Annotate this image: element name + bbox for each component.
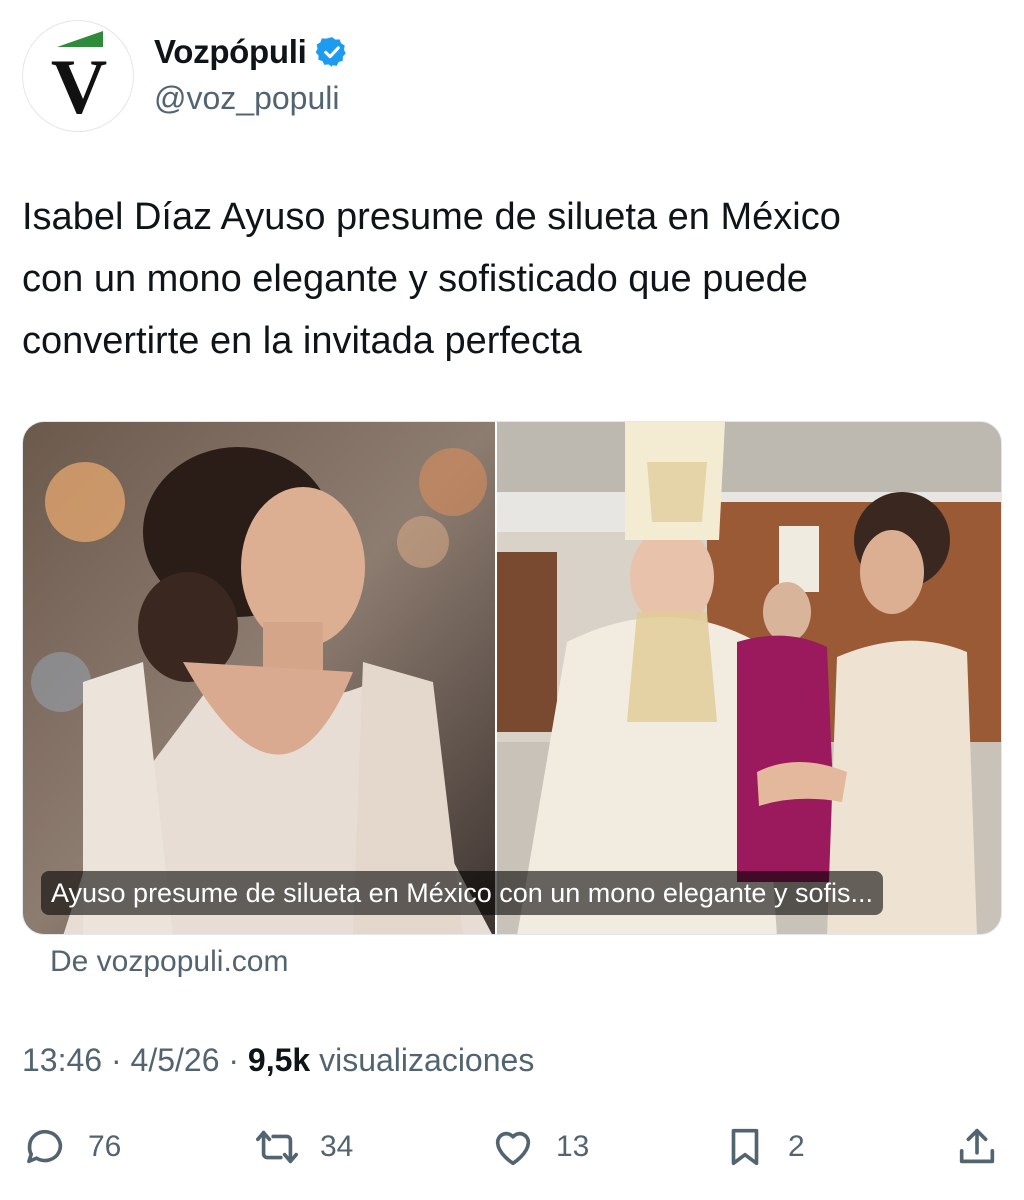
- repost-button[interactable]: 34: [254, 1115, 353, 1179]
- tweet-time[interactable]: 13:46: [22, 1042, 102, 1078]
- name-row: Vozpópuli: [154, 30, 349, 74]
- card-caption: Ayuso presume de silueta en México con u…: [41, 871, 883, 915]
- bookmark-button[interactable]: 2: [722, 1115, 805, 1179]
- like-count: 13: [556, 1130, 590, 1163]
- repost-count: 34: [320, 1130, 354, 1163]
- meta-separator: ·: [228, 1042, 248, 1078]
- reply-button[interactable]: 76: [22, 1115, 121, 1179]
- tweet-date[interactable]: 4/5/26: [131, 1042, 220, 1078]
- bookmark-icon: [731, 1128, 759, 1166]
- tweet-text: Isabel Díaz Ayuso presume de silueta en …: [22, 186, 1002, 372]
- article-photo-portrait: [23, 422, 495, 934]
- reply-icon: [27, 1129, 63, 1164]
- article-photo-meeting: [497, 422, 1001, 934]
- display-name[interactable]: Vozpópuli: [154, 33, 307, 71]
- vozpopuli-logo: V: [51, 31, 107, 130]
- avatar[interactable]: V: [22, 20, 134, 132]
- meta-separator: ·: [110, 1042, 131, 1078]
- tweet-meta: 13:46 · 4/5/26 · 9,5k visualizaciones: [22, 1042, 534, 1079]
- like-button[interactable]: 13: [490, 1115, 589, 1179]
- tweet-header: V Vozpópuli @voz_populi: [22, 20, 1002, 132]
- tweet-text-line: Isabel Díaz Ayuso presume de silueta en …: [22, 196, 841, 238]
- reply-count: 76: [88, 1130, 122, 1163]
- avatar-letter: V: [51, 43, 107, 130]
- views-label: visualizaciones: [319, 1042, 535, 1078]
- repost-icon: [256, 1130, 298, 1164]
- tweet-text-line: convertirte en la invitada perfecta: [22, 320, 582, 362]
- action-bar: 76 34 13 2: [0, 1115, 1024, 1179]
- bookmark-count: 2: [788, 1130, 805, 1163]
- share-button[interactable]: [954, 1115, 1000, 1179]
- heart-icon: [495, 1131, 531, 1166]
- link-card[interactable]: Ayuso presume de silueta en México con u…: [22, 421, 1002, 935]
- views-count[interactable]: 9,5k: [248, 1042, 310, 1078]
- verified-badge-icon: [315, 37, 346, 67]
- card-source[interactable]: De vozpopuli.com: [50, 945, 288, 979]
- tweet-text-line: con un mono elegante y sofisticado que p…: [22, 258, 808, 300]
- share-icon: [959, 1128, 995, 1164]
- account-handle[interactable]: @voz_populi: [154, 80, 339, 117]
